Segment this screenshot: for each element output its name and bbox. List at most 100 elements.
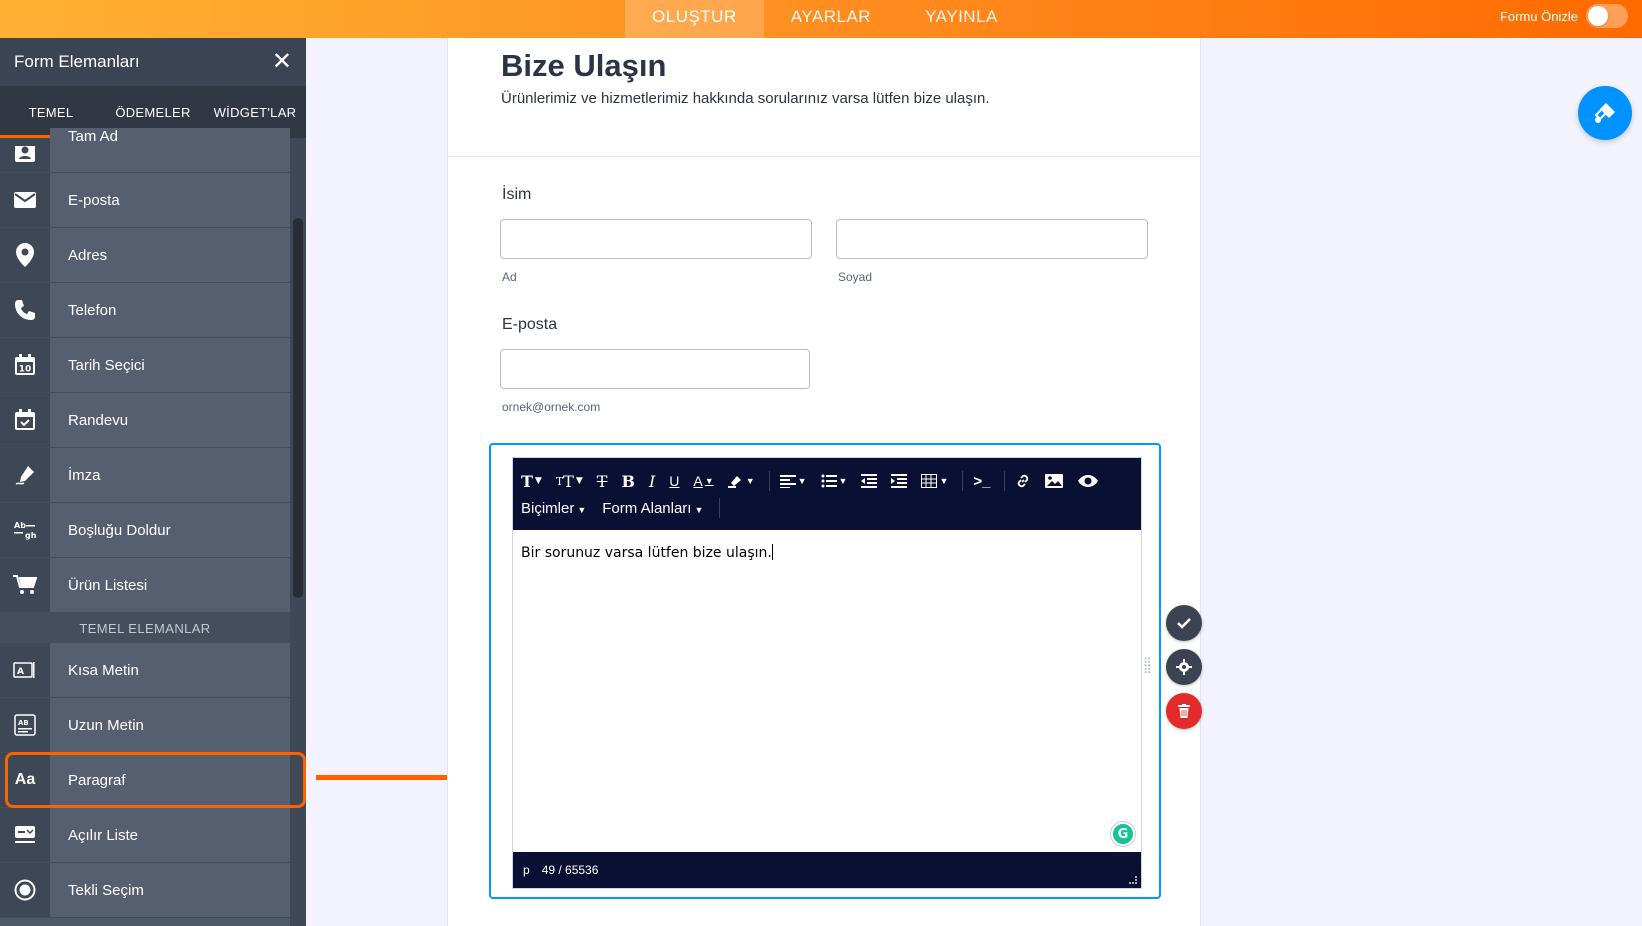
bold-icon[interactable]: B	[621, 472, 635, 491]
editor-content[interactable]: Bir sorunuz varsa lütfen bize ulaşın. G	[513, 530, 1141, 852]
list-icon[interactable]: ▼	[821, 474, 847, 488]
tab-yayinla[interactable]: YAYINLA	[898, 0, 1025, 38]
tab-ayarlar[interactable]: AYARLAR	[764, 0, 898, 38]
sidebar-title: Form Elemanları	[14, 52, 140, 71]
sidebar-item-urun-listesi[interactable]: Ürün Listesi	[0, 558, 290, 613]
form-header[interactable]: Bize Ulaşın Ürünlerimiz ve hizmetlerimiz…	[448, 38, 1200, 157]
preview-toggle[interactable]	[1586, 4, 1628, 28]
sidebar-element-list: Tam Ad E-posta Adres Telefon 10 Tarih Se…	[0, 128, 290, 918]
settings-button[interactable]	[1166, 649, 1202, 685]
clear-format-icon[interactable]: T	[597, 472, 608, 491]
map-pin-icon	[0, 228, 50, 282]
form-fields-menu[interactable]: Form Alanları ▼	[602, 500, 703, 517]
form-canvas: Bize Ulaşın Ürünlerimiz ve hizmetlerimiz…	[447, 38, 1201, 926]
formats-menu[interactable]: Biçimler ▼	[521, 500, 586, 517]
table-icon[interactable]: ▼	[921, 474, 948, 488]
text-color-icon[interactable]: A ▼	[693, 473, 713, 489]
link-icon[interactable]	[1015, 473, 1031, 489]
sidebar-item-label: Kısa Metin	[50, 643, 290, 697]
editor-text: Bir sorunuz varsa lütfen bize ulaşın.	[521, 545, 772, 561]
outdent-icon[interactable]	[861, 474, 878, 488]
sidebar-item-tam-ad[interactable]: Tam Ad	[0, 128, 290, 173]
check-icon	[1177, 618, 1191, 629]
sidebar-item-imza[interactable]: İmza	[0, 448, 290, 503]
sidebar-item-label: Adres	[50, 228, 290, 282]
first-name-sublabel: Ad	[502, 270, 517, 284]
top-bar: OLUŞTUR AYARLAR YAYINLA Formu Önizle	[0, 0, 1642, 38]
sidebar-item-paragraf[interactable]: Aa Paragraf	[0, 753, 290, 808]
cart-icon	[0, 558, 50, 612]
close-icon[interactable]: ✕	[272, 50, 292, 74]
drag-handle-icon[interactable]: ⠿ ⠿	[1143, 657, 1154, 676]
section-temel-elemanlar: TEMEL ELEMANLAR	[0, 613, 290, 643]
envelope-icon	[0, 173, 50, 227]
grammarly-icon[interactable]: G	[1111, 822, 1135, 846]
calendar-icon: 10	[0, 338, 50, 392]
sidebar-item-e-posta[interactable]: E-posta	[0, 173, 290, 228]
preview-eye-icon[interactable]	[1077, 474, 1099, 488]
tab-olustur[interactable]: OLUŞTUR	[625, 0, 764, 38]
name-label: İsim	[502, 186, 532, 203]
phone-icon	[0, 283, 50, 337]
paragraph-field[interactable]: T ▼ T T ▼ T B I U A ▼ ▼ ▼ ▼ ▼ >_ Biçimle…	[489, 443, 1161, 899]
trash-icon	[1178, 704, 1190, 718]
sidebar-scrollbar[interactable]	[290, 138, 306, 926]
indent-icon[interactable]	[891, 474, 908, 488]
sidebar-item-randevu[interactable]: Randevu	[0, 393, 290, 448]
sidebar-item-label: Boşluğu Doldur	[50, 503, 290, 557]
sidebar-item-tekli-secim[interactable]: Tekli Seçim	[0, 863, 290, 918]
svg-text:gh: gh	[25, 531, 37, 540]
font-size-icon[interactable]: T T ▼	[556, 472, 583, 491]
svg-text:A: A	[17, 667, 24, 677]
align-icon[interactable]: ▼	[779, 474, 807, 488]
underline-icon[interactable]: U	[669, 473, 679, 489]
sidebar-item-tarih-secici[interactable]: 10 Tarih Seçici	[0, 338, 290, 393]
sidebar-item-label: Telefon	[50, 283, 290, 337]
toolbar-row: Biçimler ▼ Form Alanları ▼	[521, 496, 1133, 520]
formats-menu-label: Biçimler	[521, 499, 575, 517]
gear-icon	[1176, 659, 1192, 675]
form-designer-button[interactable]	[1578, 86, 1632, 140]
image-icon[interactable]	[1045, 474, 1064, 488]
sidebar-item-telefon[interactable]: Telefon	[0, 283, 290, 338]
delete-button[interactable]	[1166, 693, 1202, 729]
resize-handle-icon[interactable]	[1129, 876, 1137, 884]
sidebar-item-kisa-metin[interactable]: A Kısa Metin	[0, 643, 290, 698]
sidebar-item-boslugu-doldur[interactable]: Ab gh Boşluğu Doldur	[0, 503, 290, 558]
status-char-count: 49 / 65536	[541, 863, 599, 877]
email-label: E-posta	[502, 316, 558, 333]
italic-icon[interactable]: I	[649, 472, 655, 491]
font-family-icon[interactable]: T ▼	[521, 472, 542, 491]
paragraph-icon: Aa	[0, 753, 50, 807]
paragraph-icon-text: Aa	[14, 771, 36, 788]
toolbar-separator	[719, 498, 721, 518]
scrollbar-thumb[interactable]	[293, 218, 303, 598]
code-icon[interactable]: >_	[973, 473, 990, 490]
last-name-input[interactable]	[836, 219, 1148, 259]
form-title: Bize Ulaşın	[501, 48, 667, 83]
sidebar-item-uzun-metin[interactable]: AB Uzun Metin	[0, 698, 290, 753]
email-input[interactable]	[500, 349, 810, 389]
paint-roller-icon	[1594, 103, 1615, 123]
last-name-sublabel: Soyad	[838, 270, 873, 284]
sidebar-item-label: Paragraf	[50, 753, 290, 807]
svg-text:10: 10	[19, 365, 32, 375]
confirm-button[interactable]	[1166, 605, 1202, 641]
sidebar-header: Form Elemanları ✕	[0, 38, 306, 86]
toolbar-separator	[962, 471, 964, 491]
fill-blank-icon: Ab gh	[0, 503, 50, 557]
sidebar-item-adres[interactable]: Adres	[0, 228, 290, 283]
short-text-icon: A	[0, 643, 50, 697]
radio-icon	[0, 863, 50, 917]
sidebar-item-label: E-posta	[50, 173, 290, 227]
sidebar-item-label: Uzun Metin	[50, 698, 290, 752]
first-name-input[interactable]	[500, 219, 812, 259]
text-cursor	[771, 544, 773, 560]
grammarly-letter: G	[1117, 826, 1129, 842]
long-text-icon: AB	[0, 698, 50, 752]
highlight-icon[interactable]: ▼	[727, 474, 755, 488]
form-elements-sidebar: Form Elemanları ✕ TEMEL ÖDEMELER WİDGET'…	[0, 38, 306, 926]
email-sublabel: ornek@ornek.com	[502, 400, 601, 414]
toolbar-separator	[768, 471, 770, 491]
sidebar-item-acilir-liste[interactable]: Açılır Liste	[0, 808, 290, 863]
